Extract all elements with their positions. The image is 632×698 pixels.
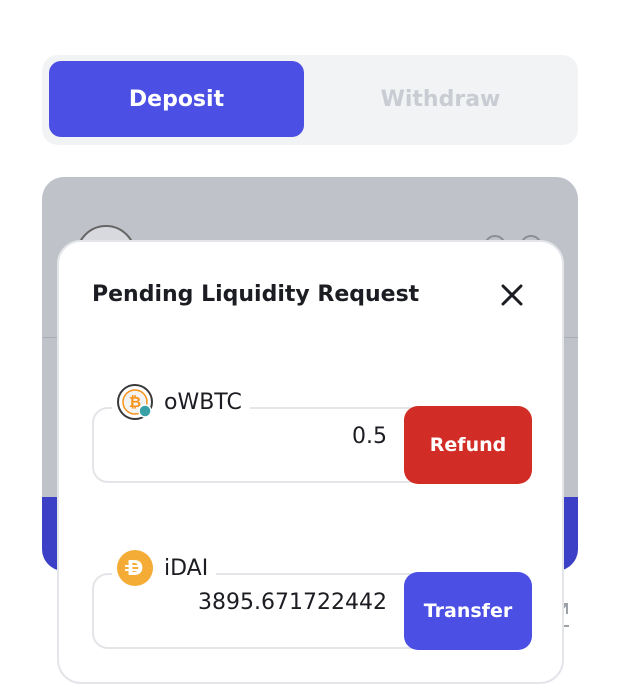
bitcoin-icon: ₿ [116,383,154,421]
token-label: D iDAI [112,548,217,588]
transfer-button[interactable]: Transfer [404,572,532,650]
token-amount: 0.5 [352,424,387,449]
close-icon [500,283,524,311]
modal-title: Pending Liquidity Request [92,282,420,307]
tab-withdraw[interactable]: Withdraw [313,61,568,137]
token-amount: 3895.671722442 [198,590,387,615]
dai-icon: D [116,549,154,587]
token-symbol: iDAI [164,555,209,581]
liquidity-page: Deposit Withdraw Pending Liquidity Reque… [0,0,632,698]
svg-text:D: D [127,556,144,580]
token-symbol: oWBTC [164,389,242,415]
close-button[interactable] [497,282,527,312]
token-label: ₿ oWBTC [112,382,250,422]
deposit-withdraw-tabs: Deposit Withdraw [42,55,578,145]
pending-liquidity-modal: Pending Liquidity Request ₿ oWBTC 0.5 Re… [57,240,564,684]
refund-button[interactable]: Refund [404,406,532,484]
tab-deposit[interactable]: Deposit [49,61,304,137]
